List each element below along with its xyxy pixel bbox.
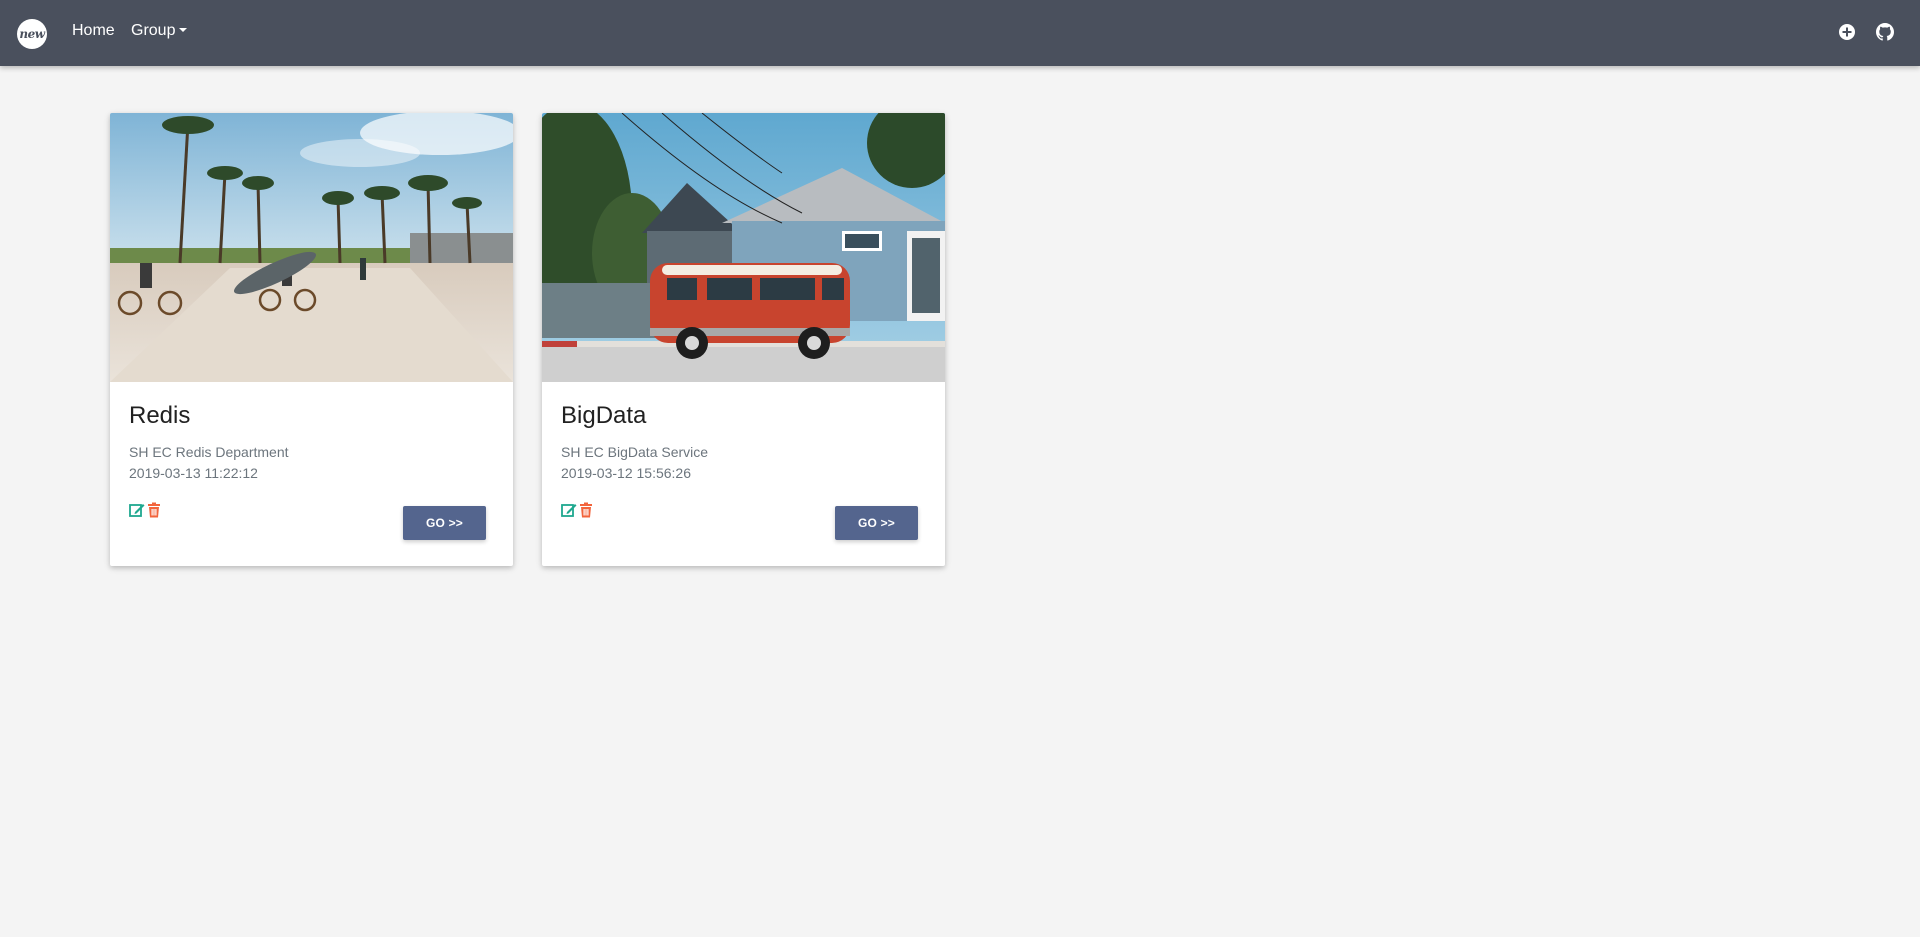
card-description: SH EC Redis Department: [129, 444, 289, 460]
plus-circle-icon[interactable]: [1838, 23, 1856, 41]
card-actions: [561, 502, 594, 518]
go-button[interactable]: GO >>: [403, 506, 486, 540]
edit-icon[interactable]: [561, 502, 577, 518]
edit-icon[interactable]: [129, 502, 145, 518]
card-actions: [129, 502, 162, 518]
nav-group-label: Group: [131, 22, 176, 39]
trash-icon[interactable]: [578, 502, 594, 518]
go-button[interactable]: GO >>: [835, 506, 918, 540]
project-card-redis: Redis SH EC Redis Department 2019-03-13 …: [110, 113, 513, 566]
card-description: SH EC BigData Service: [561, 444, 709, 460]
card-date: 2019-03-12 15:56:26: [561, 465, 691, 481]
card-image-red-van: [542, 113, 945, 382]
card-title: Redis: [129, 402, 191, 429]
brand-logo[interactable]: new: [17, 19, 47, 49]
card-title: BigData: [561, 402, 647, 429]
card-date: 2019-03-13 11:22:12: [129, 465, 258, 481]
nav-home-link[interactable]: Home: [72, 22, 115, 40]
card-image-beach: [110, 113, 513, 382]
github-icon[interactable]: [1876, 23, 1894, 41]
caret-down-icon: [179, 28, 188, 32]
trash-icon[interactable]: [146, 502, 162, 518]
nav-group-dropdown[interactable]: Group: [131, 22, 188, 40]
navbar: new Home Group: [0, 0, 1920, 66]
project-card-bigdata: BigData SH EC BigData Service 2019-03-12…: [542, 113, 945, 566]
